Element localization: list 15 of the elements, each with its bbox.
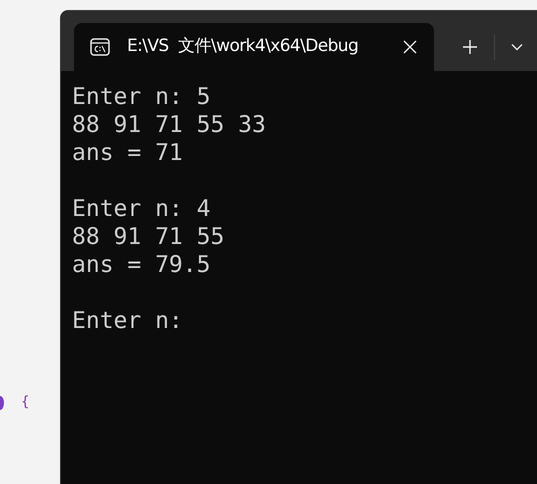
code-text: {	[21, 393, 30, 412]
close-icon	[403, 40, 417, 54]
chevron-down-icon	[511, 43, 523, 51]
console-icon	[90, 38, 110, 56]
terminal-tab[interactable]: E:\VS 文件\work4\x64\Debug	[74, 23, 434, 71]
console-line: Enter n: 5	[72, 83, 210, 111]
tab-title: E:\VS 文件\work4\x64\Debug	[127, 35, 358, 58]
breakpoint-marker-icon	[0, 396, 4, 410]
console-line: Enter n:	[72, 307, 183, 335]
console-line: Enter n: 4	[72, 195, 210, 223]
console-line: ans = 71	[72, 139, 183, 167]
console-line: ans = 79.5	[72, 251, 210, 279]
console-line: 88 91 71 55	[72, 223, 224, 251]
console-line: 88 91 71 55 33	[72, 111, 266, 139]
plus-icon	[462, 39, 478, 55]
